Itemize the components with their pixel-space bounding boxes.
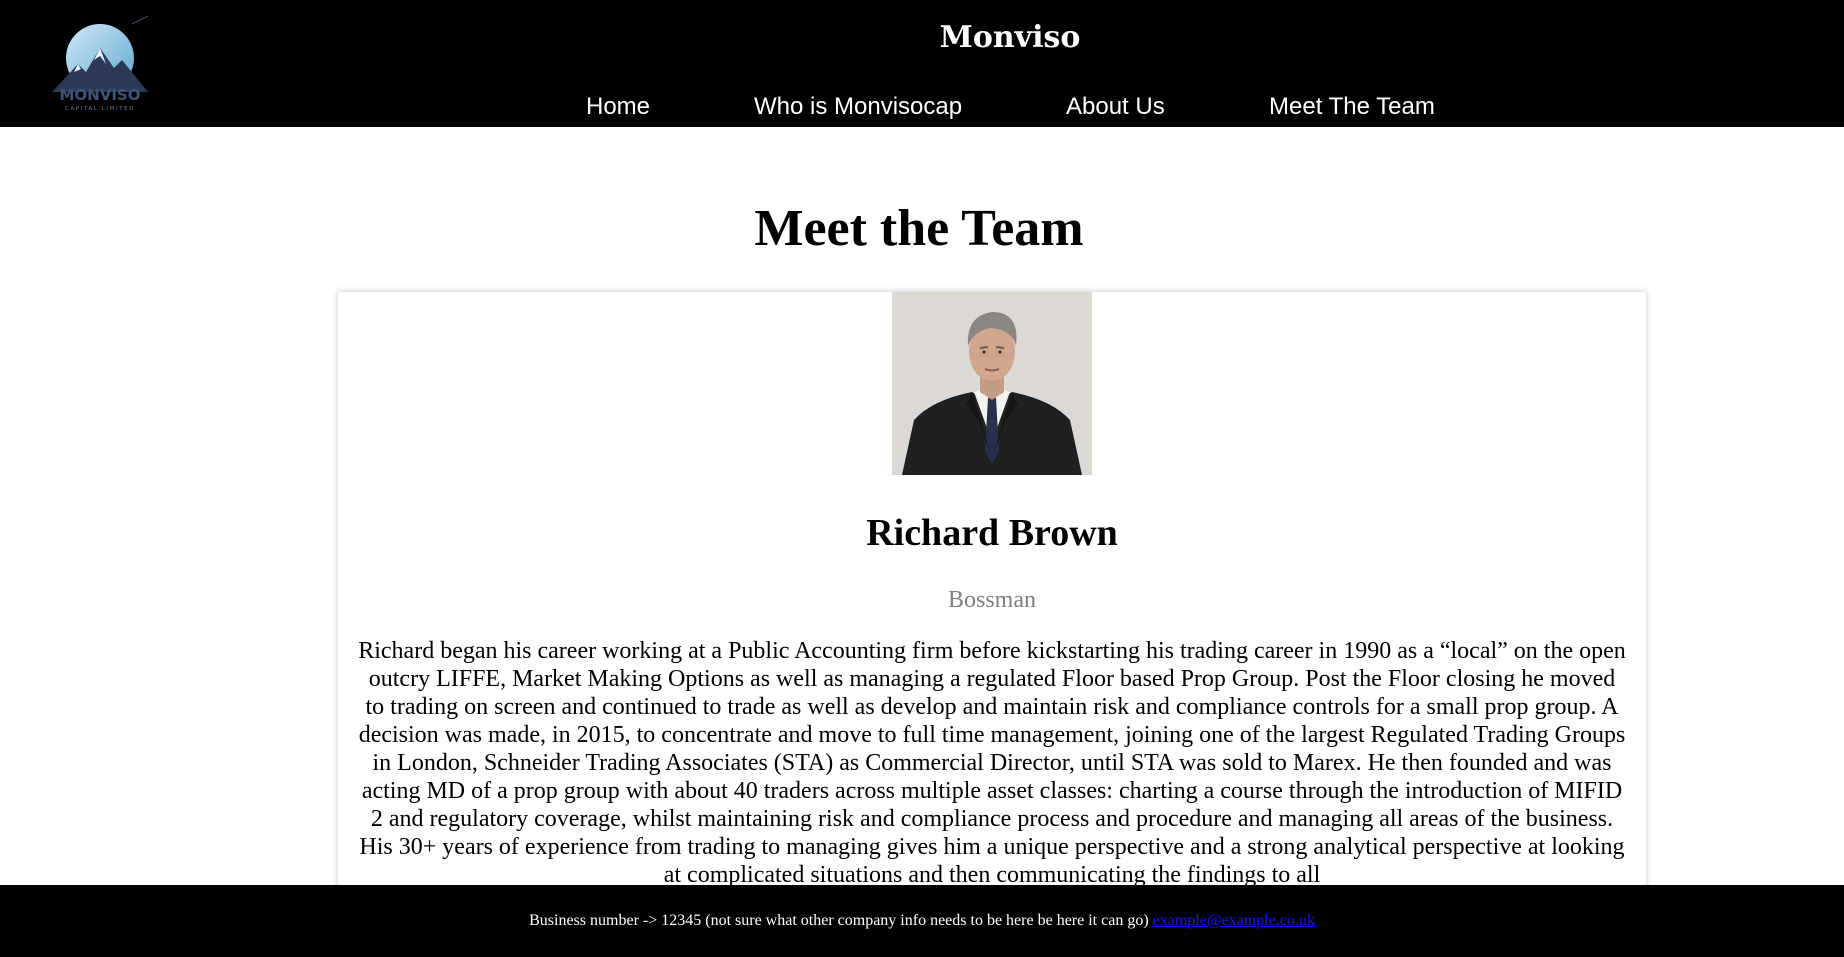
nav-link-who-is-monvisocap[interactable]: Who is Monvisocap — [754, 91, 962, 123]
footer-email-link[interactable]: example@example.co.uk — [1153, 912, 1315, 929]
site-header: MONVISO CAPITAL LIMITED Monviso Home Who… — [0, 0, 1844, 127]
team-member-card: Richard Brown Bossman Richard began his … — [338, 292, 1646, 957]
footer-business-info: Business number -> 12345 (not sure what … — [529, 912, 1149, 929]
main-nav: Home Who is Monvisocap About Us Meet The… — [0, 91, 1844, 125]
nav-link-home[interactable]: Home — [586, 91, 650, 123]
member-name: Richard Brown — [866, 512, 1118, 554]
portrait-image — [892, 292, 1092, 475]
page-title: Meet the Team — [754, 200, 1084, 257]
member-bio: Richard began his career working at a Pu… — [358, 638, 1626, 888]
nav-link-about-us[interactable]: About Us — [1066, 91, 1165, 123]
nav-link-meet-the-team[interactable]: Meet The Team — [1269, 91, 1435, 123]
member-photo — [892, 292, 1092, 475]
site-title: Monviso — [939, 20, 1081, 55]
site-footer: Business number -> 12345 (not sure what … — [0, 885, 1844, 957]
member-role: Bossman — [947, 587, 1036, 613]
